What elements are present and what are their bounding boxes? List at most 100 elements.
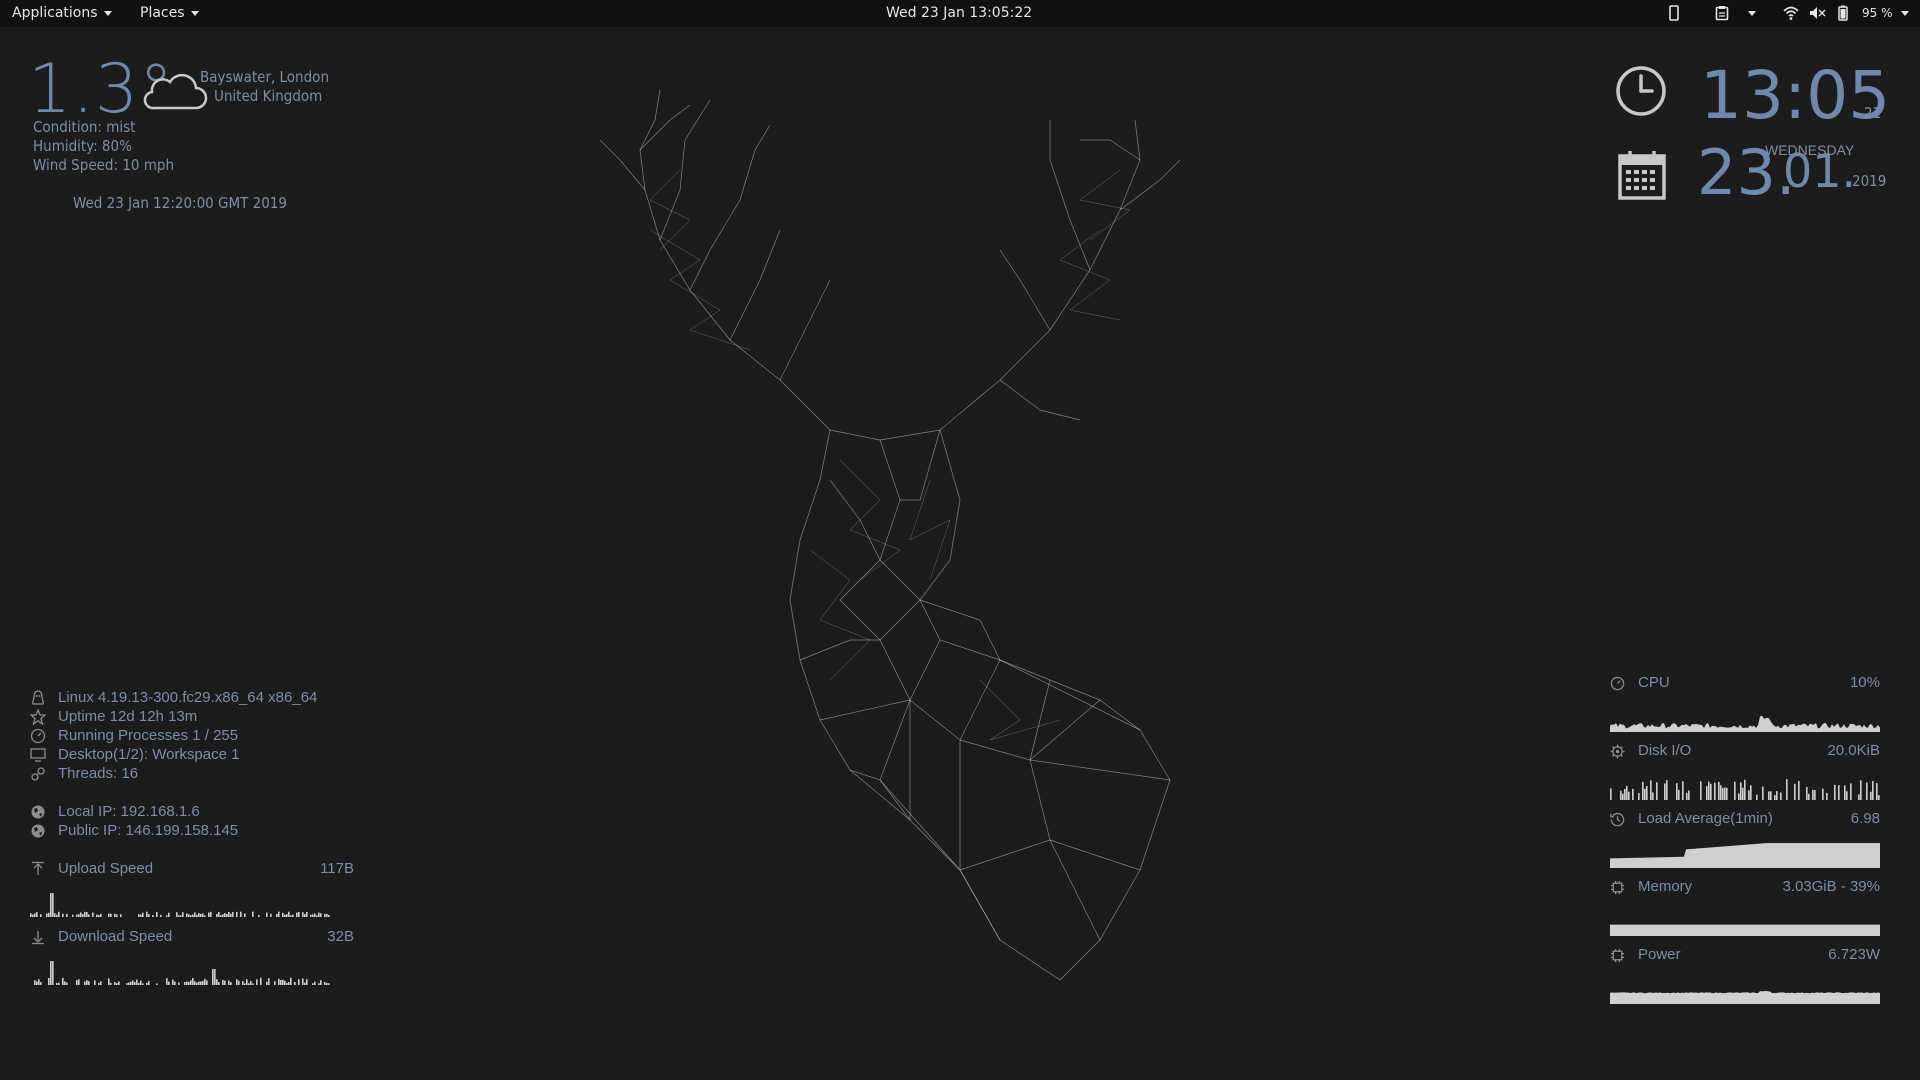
graph-bar [324, 913, 326, 917]
graph-bar [58, 911, 60, 917]
gauge-icon [1610, 676, 1625, 691]
graph-area [1610, 924, 1880, 936]
graph-bar [194, 981, 196, 985]
clipboard-icon[interactable] [1715, 5, 1729, 21]
cpu-graph [1610, 715, 1880, 732]
stag-wallpaper [599, 89, 1181, 981]
weather-humidity: Humidity: 80% [33, 137, 132, 155]
battery-icon[interactable] [1838, 5, 1848, 21]
graph-bar [1850, 783, 1852, 800]
graph-bar [138, 914, 140, 917]
graph-bar [1858, 794, 1860, 800]
graph-bar [284, 980, 286, 985]
graph-bar [230, 982, 232, 985]
graph-bar [54, 913, 56, 917]
graph-bar [304, 982, 306, 985]
graph-bar [326, 913, 328, 917]
topbar-clock[interactable]: Wed 23 Jan 13:05:22 [886, 0, 1032, 27]
graph-bar [278, 911, 280, 917]
memory-value: 3.03GiB - 39% [1782, 878, 1880, 895]
graph-bar [298, 979, 300, 985]
graph-bar [1638, 793, 1640, 800]
graph-bar [1798, 780, 1800, 800]
load-value: 6.98 [1850, 810, 1880, 827]
download-arrow-icon [32, 931, 44, 945]
graph-bar [232, 911, 234, 917]
graph-bar [34, 913, 36, 917]
graph-bar [276, 913, 278, 917]
graph-bar [238, 980, 240, 985]
graph-bar [1834, 784, 1836, 800]
graph-bar [118, 981, 120, 985]
phone-icon[interactable] [1669, 5, 1679, 21]
graph-bar [198, 981, 200, 985]
chip-icon [1610, 948, 1625, 963]
graph-bar [318, 983, 320, 985]
chevron-down-icon[interactable] [1748, 11, 1756, 16]
graph-bar [1762, 786, 1764, 800]
graph-bar [36, 981, 38, 985]
battery-percent[interactable]: 95 % [1862, 0, 1893, 27]
graph-bar [222, 979, 224, 985]
graph-bar [196, 914, 198, 917]
graph-bar [312, 914, 314, 917]
graph-bar [292, 914, 294, 917]
graph-bar [174, 981, 176, 985]
graph-bar [318, 912, 320, 917]
volume-muted-icon[interactable] [1809, 5, 1826, 21]
chip-icon [1610, 880, 1625, 895]
graph-bar [1768, 791, 1770, 800]
graph-bar [1726, 787, 1728, 800]
graph-bar [316, 915, 318, 917]
graph-bar [274, 981, 276, 985]
graph-bar [142, 983, 144, 985]
graph-bar [1626, 785, 1628, 800]
power-value: 6.723W [1828, 946, 1880, 963]
graph-bar [88, 914, 90, 917]
download-value: 32B [327, 928, 354, 945]
weather-condition: Condition: mist [33, 118, 136, 136]
graph-bar [1744, 779, 1746, 800]
graph-bar [1632, 788, 1634, 800]
graph-bar [52, 893, 54, 917]
chevron-down-icon[interactable] [1901, 11, 1909, 16]
graph-bar [160, 914, 162, 917]
graph-bar [220, 915, 222, 917]
graph-bar [166, 915, 168, 917]
graph-bar [312, 983, 314, 985]
graph-bar [116, 914, 118, 917]
wifi-icon[interactable] [1783, 5, 1799, 21]
graph-bar [56, 982, 58, 985]
places-menu[interactable]: Places [140, 0, 199, 27]
graph-bar [136, 979, 138, 985]
graph-bar [290, 977, 292, 985]
graph-bar [280, 980, 282, 985]
graph-bar [1682, 781, 1684, 800]
graph-bar [242, 981, 244, 985]
memory-label: Memory [1638, 878, 1693, 895]
graph-bar [1860, 780, 1862, 800]
graph-bar [78, 979, 80, 985]
graph-bar [110, 913, 112, 917]
graph-bar [288, 911, 290, 917]
linux-icon [32, 690, 44, 705]
graph-bar [80, 912, 82, 917]
graph-bar [1776, 791, 1778, 800]
graph-bar [1624, 788, 1626, 800]
disk-row: Disk I/O 20.0KiB [1610, 741, 1880, 761]
graph-bar [1610, 788, 1612, 800]
graph-bar [168, 981, 170, 985]
graph-bar [66, 982, 68, 985]
graph-bar [202, 981, 204, 985]
graph-bar [32, 914, 34, 917]
download-label: Download Speed [58, 928, 173, 945]
graph-bar [302, 912, 304, 917]
graph-bar [208, 912, 210, 917]
graph-bar [266, 912, 268, 917]
graph-bar [1700, 781, 1702, 800]
graph-bar [52, 961, 54, 985]
graph-bar [78, 914, 80, 917]
applications-menu[interactable]: Applications [12, 0, 112, 27]
graph-bar [1688, 790, 1690, 800]
applications-label: Applications [12, 5, 98, 21]
